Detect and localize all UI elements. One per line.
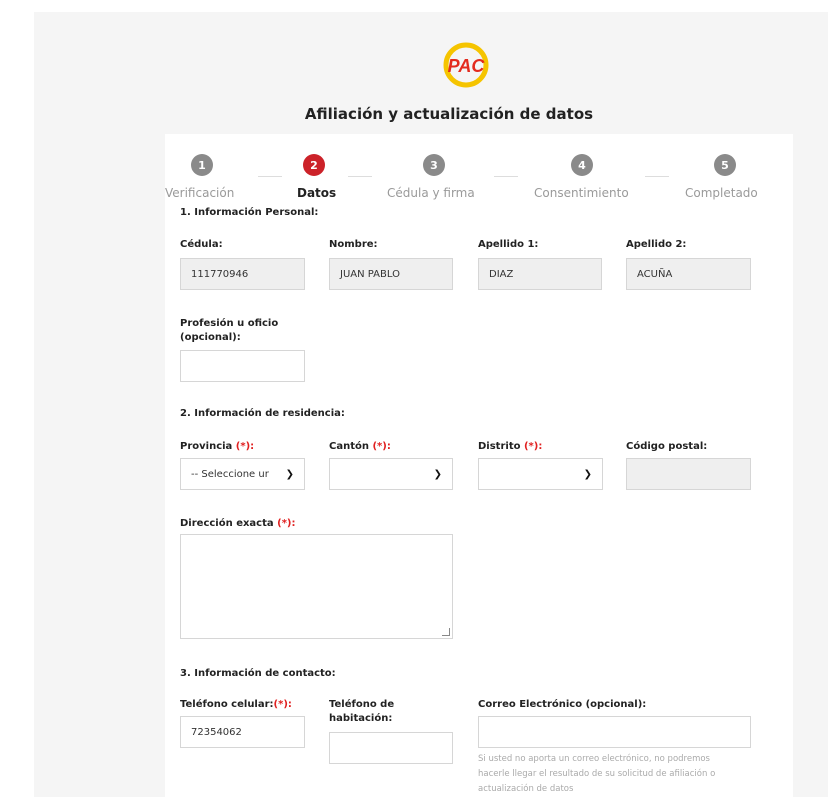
celular-input[interactable]: 72354062: [180, 716, 305, 748]
step-connector: [494, 176, 518, 177]
codigo-postal-field: [626, 458, 751, 490]
habitacion-label-line2: habitación:: [329, 713, 393, 724]
celular-label-text: Teléfono celular:: [180, 699, 274, 710]
correo-input[interactable]: [478, 716, 751, 748]
apellido1-label: Apellido 1:: [478, 239, 539, 250]
step-2-label: Datos: [297, 186, 337, 200]
distrito-select[interactable]: ❯: [478, 458, 603, 490]
step-connector: [348, 176, 372, 177]
habitacion-label-line1: Teléfono de: [329, 699, 395, 710]
resize-handle-icon[interactable]: [442, 628, 450, 636]
section-contacto-title: 3. Información de contacto:: [180, 668, 336, 679]
apellido1-field: DIAZ: [478, 258, 602, 290]
profesion-label-line1: Profesión u oficio: [180, 318, 279, 329]
step-3-circle: 3: [423, 154, 445, 176]
step-5-circle: 5: [714, 154, 736, 176]
profesion-label-line2: (opcional):: [180, 332, 241, 343]
svg-text:PAC: PAC: [448, 56, 486, 76]
cedula-label: Cédula:: [180, 239, 223, 250]
page-title: Afiliación y actualización de datos: [304, 105, 594, 123]
apellido2-field: ACUÑA: [626, 258, 751, 290]
distrito-label: Distrito (*):: [478, 440, 542, 454]
provincia-label: Provincia (*):: [180, 440, 254, 454]
codigo-postal-label: Código postal:: [626, 441, 708, 452]
provincia-selected-value: -- Seleccione ur: [191, 468, 269, 480]
chevron-down-icon: ❯: [433, 468, 442, 480]
canton-select[interactable]: ❯: [329, 458, 453, 490]
nombre-field: JUAN PABLO: [329, 258, 453, 290]
step-1-circle: 1: [191, 154, 213, 176]
canton-label: Cantón (*):: [329, 440, 391, 454]
canton-label-text: Cantón: [329, 441, 373, 452]
step-connector: [645, 176, 669, 177]
nombre-label: Nombre:: [329, 239, 378, 250]
pac-logo: PAC: [443, 42, 489, 88]
step-4-label: Consentimiento: [534, 186, 629, 200]
step-2-circle: 2: [303, 154, 325, 176]
chevron-down-icon: ❯: [285, 468, 294, 480]
distrito-label-text: Distrito: [478, 441, 524, 452]
chevron-down-icon: ❯: [583, 468, 592, 480]
section-personal-title: 1. Información Personal:: [180, 207, 319, 218]
correo-help-line3: actualización de datos: [478, 784, 574, 794]
step-3-label: Cédula y firma: [387, 186, 475, 200]
correo-help-text: Si usted no aporta un correo electrónico…: [478, 752, 715, 797]
step-1-label: Verificación: [165, 186, 235, 200]
section-residencia-title: 2. Información de residencia:: [180, 408, 345, 419]
cedula-field: 111770946: [180, 258, 305, 290]
profesion-input[interactable]: [180, 350, 305, 382]
direccion-textarea[interactable]: [180, 534, 453, 639]
habitacion-input[interactable]: [329, 732, 453, 764]
provincia-label-text: Provincia: [180, 441, 236, 452]
direccion-label: Dirección exacta (*):: [180, 517, 296, 531]
required-mark: (*):: [277, 518, 296, 529]
profesion-label: Profesión u oficio (opcional):: [180, 317, 278, 345]
correo-help-line1: Si usted no aporta un correo electrónico…: [478, 754, 710, 764]
apellido2-label: Apellido 2:: [626, 239, 687, 250]
correo-help-line2: hacerle llegar el resultado de su solici…: [478, 769, 716, 779]
provincia-select[interactable]: -- Seleccione ur ❯: [180, 458, 305, 490]
correo-label: Correo Electrónico (opcional):: [478, 699, 647, 710]
step-connector: [258, 176, 282, 177]
required-mark: (*):: [372, 441, 391, 452]
step-4-circle: 4: [571, 154, 593, 176]
celular-label: Teléfono celular:(*):: [180, 698, 292, 712]
step-5-label: Completado: [685, 186, 758, 200]
required-mark: (*):: [273, 699, 292, 710]
required-mark: (*):: [523, 441, 543, 452]
direccion-label-text: Dirección exacta: [180, 518, 278, 529]
habitacion-label: Teléfono de habitación:: [329, 698, 394, 726]
required-mark: (*):: [235, 441, 255, 452]
